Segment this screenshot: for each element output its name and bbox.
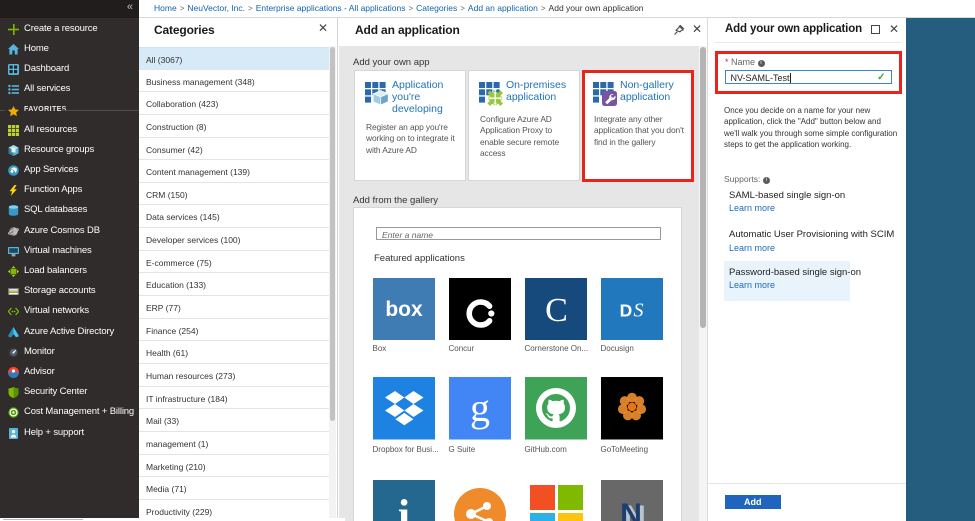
svg-text:D: D xyxy=(619,300,632,320)
svg-text:C: C xyxy=(545,292,568,329)
svg-text:box: box xyxy=(385,298,423,321)
svg-text:i: i xyxy=(397,491,409,521)
svg-text:S: S xyxy=(633,299,643,321)
svg-text:g: g xyxy=(470,385,490,430)
svg-text:N: N xyxy=(620,498,642,521)
